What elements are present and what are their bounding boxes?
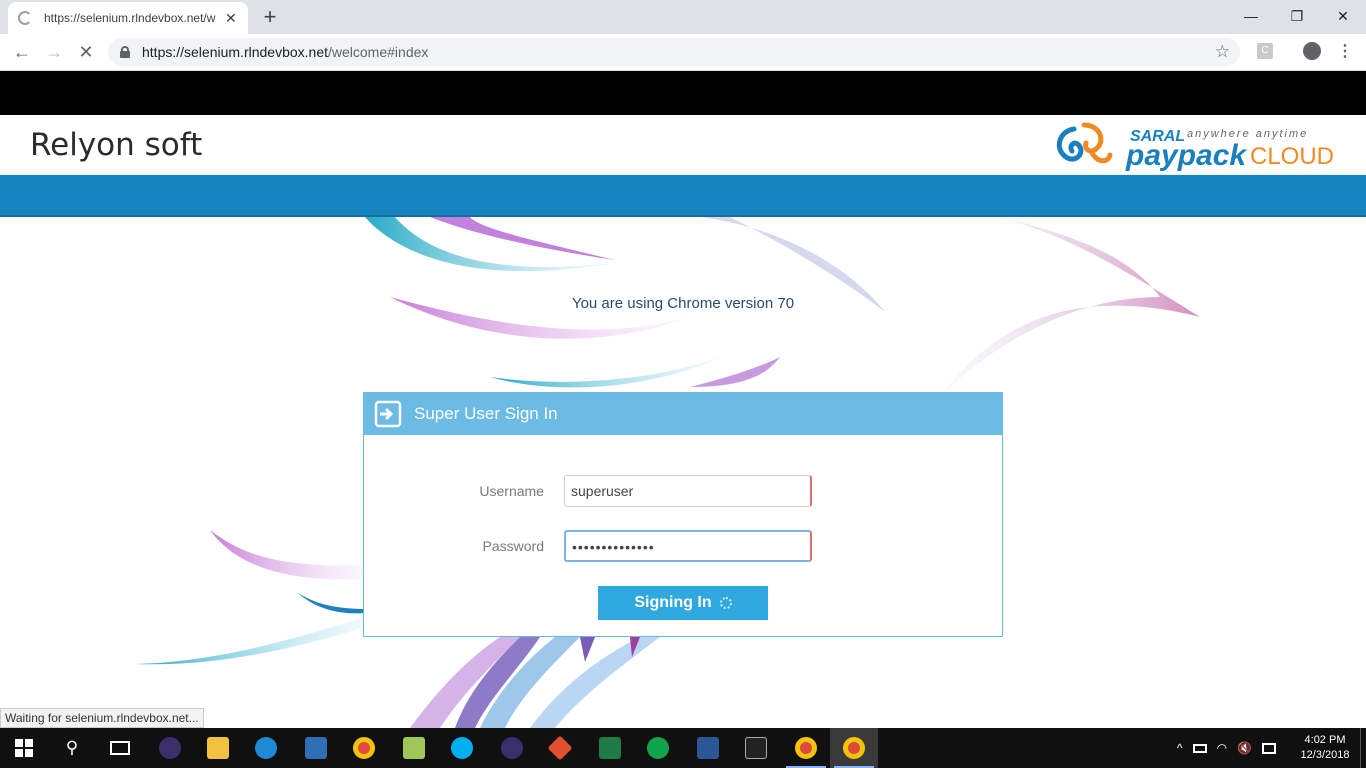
skype-icon[interactable] xyxy=(438,728,486,768)
stop-loading-icon[interactable]: ✕ xyxy=(74,40,98,64)
password-label: Password xyxy=(482,538,544,554)
url-domain: https://selenium.rlndevbox.net xyxy=(142,44,328,60)
chrome-3-icon[interactable] xyxy=(830,728,878,768)
start-icon[interactable] xyxy=(0,728,48,768)
minimize-icon[interactable]: — xyxy=(1228,3,1274,29)
chrome-icon[interactable] xyxy=(340,728,388,768)
clock-time: 4:02 PM xyxy=(1304,734,1346,746)
volume-muted-icon[interactable]: 🔇 xyxy=(1237,741,1252,755)
loading-spinner-icon xyxy=(719,597,732,609)
brand-name: Relyon soft xyxy=(30,127,203,163)
nav-band xyxy=(0,175,1366,217)
paypack-cloud-logo: SARAL anywhere anytime paypack CLOUD xyxy=(1056,122,1334,171)
forward-icon[interactable]: → xyxy=(42,40,66,64)
chrome-2-icon[interactable] xyxy=(782,728,830,768)
browser-tab[interactable]: https://selenium.rlndevbox.net/w ✕ xyxy=(8,2,248,34)
command-prompt-icon[interactable] xyxy=(732,728,780,768)
lock-icon xyxy=(120,46,130,58)
action-center-icon[interactable] xyxy=(1262,742,1276,754)
url-path: /welcome#index xyxy=(328,44,429,60)
bookmark-star-icon[interactable]: ☆ xyxy=(1215,42,1230,62)
sign-in-icon xyxy=(374,400,402,428)
address-bar[interactable]: https://selenium.rlndevbox.net/welcome#i… xyxy=(108,38,1240,66)
logo-cloud: CLOUD xyxy=(1250,143,1334,170)
word-icon[interactable] xyxy=(684,728,732,768)
excel-icon[interactable] xyxy=(586,728,634,768)
new-tab-icon[interactable]: + xyxy=(258,4,282,30)
notepad-plus-icon[interactable] xyxy=(390,728,438,768)
taskbar: ⚲ ^ ◠ 🔇 4:02 PM 12/3/2018 xyxy=(0,728,1366,768)
menu-dots-icon[interactable]: ⋮ xyxy=(1333,40,1357,64)
edge-icon[interactable] xyxy=(242,728,290,768)
login-panel-header: Super User Sign In xyxy=(364,393,1002,435)
sign-in-button[interactable]: Signing In xyxy=(598,586,768,620)
sign-in-button-label: Signing In xyxy=(634,594,712,611)
window-close-icon[interactable]: ✕ xyxy=(1320,3,1366,29)
clock[interactable]: 4:02 PM 12/3/2018 xyxy=(1290,733,1360,763)
file-explorer-icon[interactable] xyxy=(194,728,242,768)
wifi-icon[interactable]: ◠ xyxy=(1217,741,1227,755)
system-tray: ^ ◠ 🔇 4:02 PM 12/3/2018 xyxy=(1177,728,1366,768)
close-tab-icon[interactable]: ✕ xyxy=(225,10,237,27)
eclipse-2-icon[interactable] xyxy=(488,728,536,768)
profile-avatar-icon[interactable] xyxy=(1303,42,1321,60)
site-header: Relyon soft SARAL anywhere anytime paypa… xyxy=(0,115,1366,175)
login-title: Super User Sign In xyxy=(414,404,558,423)
logo-paypack: paypack xyxy=(1125,139,1247,171)
browser-toolbar: ← → ✕ https://selenium.rlndevbox.net/wel… xyxy=(0,34,1366,71)
password-input[interactable]: •••••••••••••• xyxy=(564,530,812,562)
chrome-version-notice: You are using Chrome version 70 xyxy=(571,295,795,312)
clock-date: 12/3/2018 xyxy=(1300,749,1350,761)
git-icon[interactable] xyxy=(536,728,584,768)
show-hidden-icons-icon[interactable]: ^ xyxy=(1177,741,1183,755)
extension-icon[interactable]: C xyxy=(1257,43,1273,59)
remote-desktop-icon[interactable] xyxy=(292,728,340,768)
username-label: Username xyxy=(479,483,544,499)
status-bubble: Waiting for selenium.rlndevbox.net... xyxy=(0,708,204,728)
hangouts-icon[interactable] xyxy=(634,728,682,768)
login-panel: Super User Sign In Username superuser Pa… xyxy=(363,392,1003,637)
page-top-bar xyxy=(0,71,1366,115)
loading-spinner-icon xyxy=(18,11,32,25)
task-view-icon[interactable] xyxy=(96,728,144,768)
tab-title: https://selenium.rlndevbox.net/w xyxy=(44,11,216,25)
back-icon[interactable]: ← xyxy=(10,40,34,64)
restore-icon[interactable]: ❐ xyxy=(1274,3,1320,29)
search-icon[interactable]: ⚲ xyxy=(48,728,96,768)
show-desktop-button[interactable] xyxy=(1360,728,1366,768)
tab-strip: https://selenium.rlndevbox.net/w ✕ + — ❐… xyxy=(0,0,1366,34)
username-input[interactable]: superuser xyxy=(564,475,812,507)
eclipse-icon[interactable] xyxy=(146,728,194,768)
battery-icon[interactable] xyxy=(1192,743,1207,753)
